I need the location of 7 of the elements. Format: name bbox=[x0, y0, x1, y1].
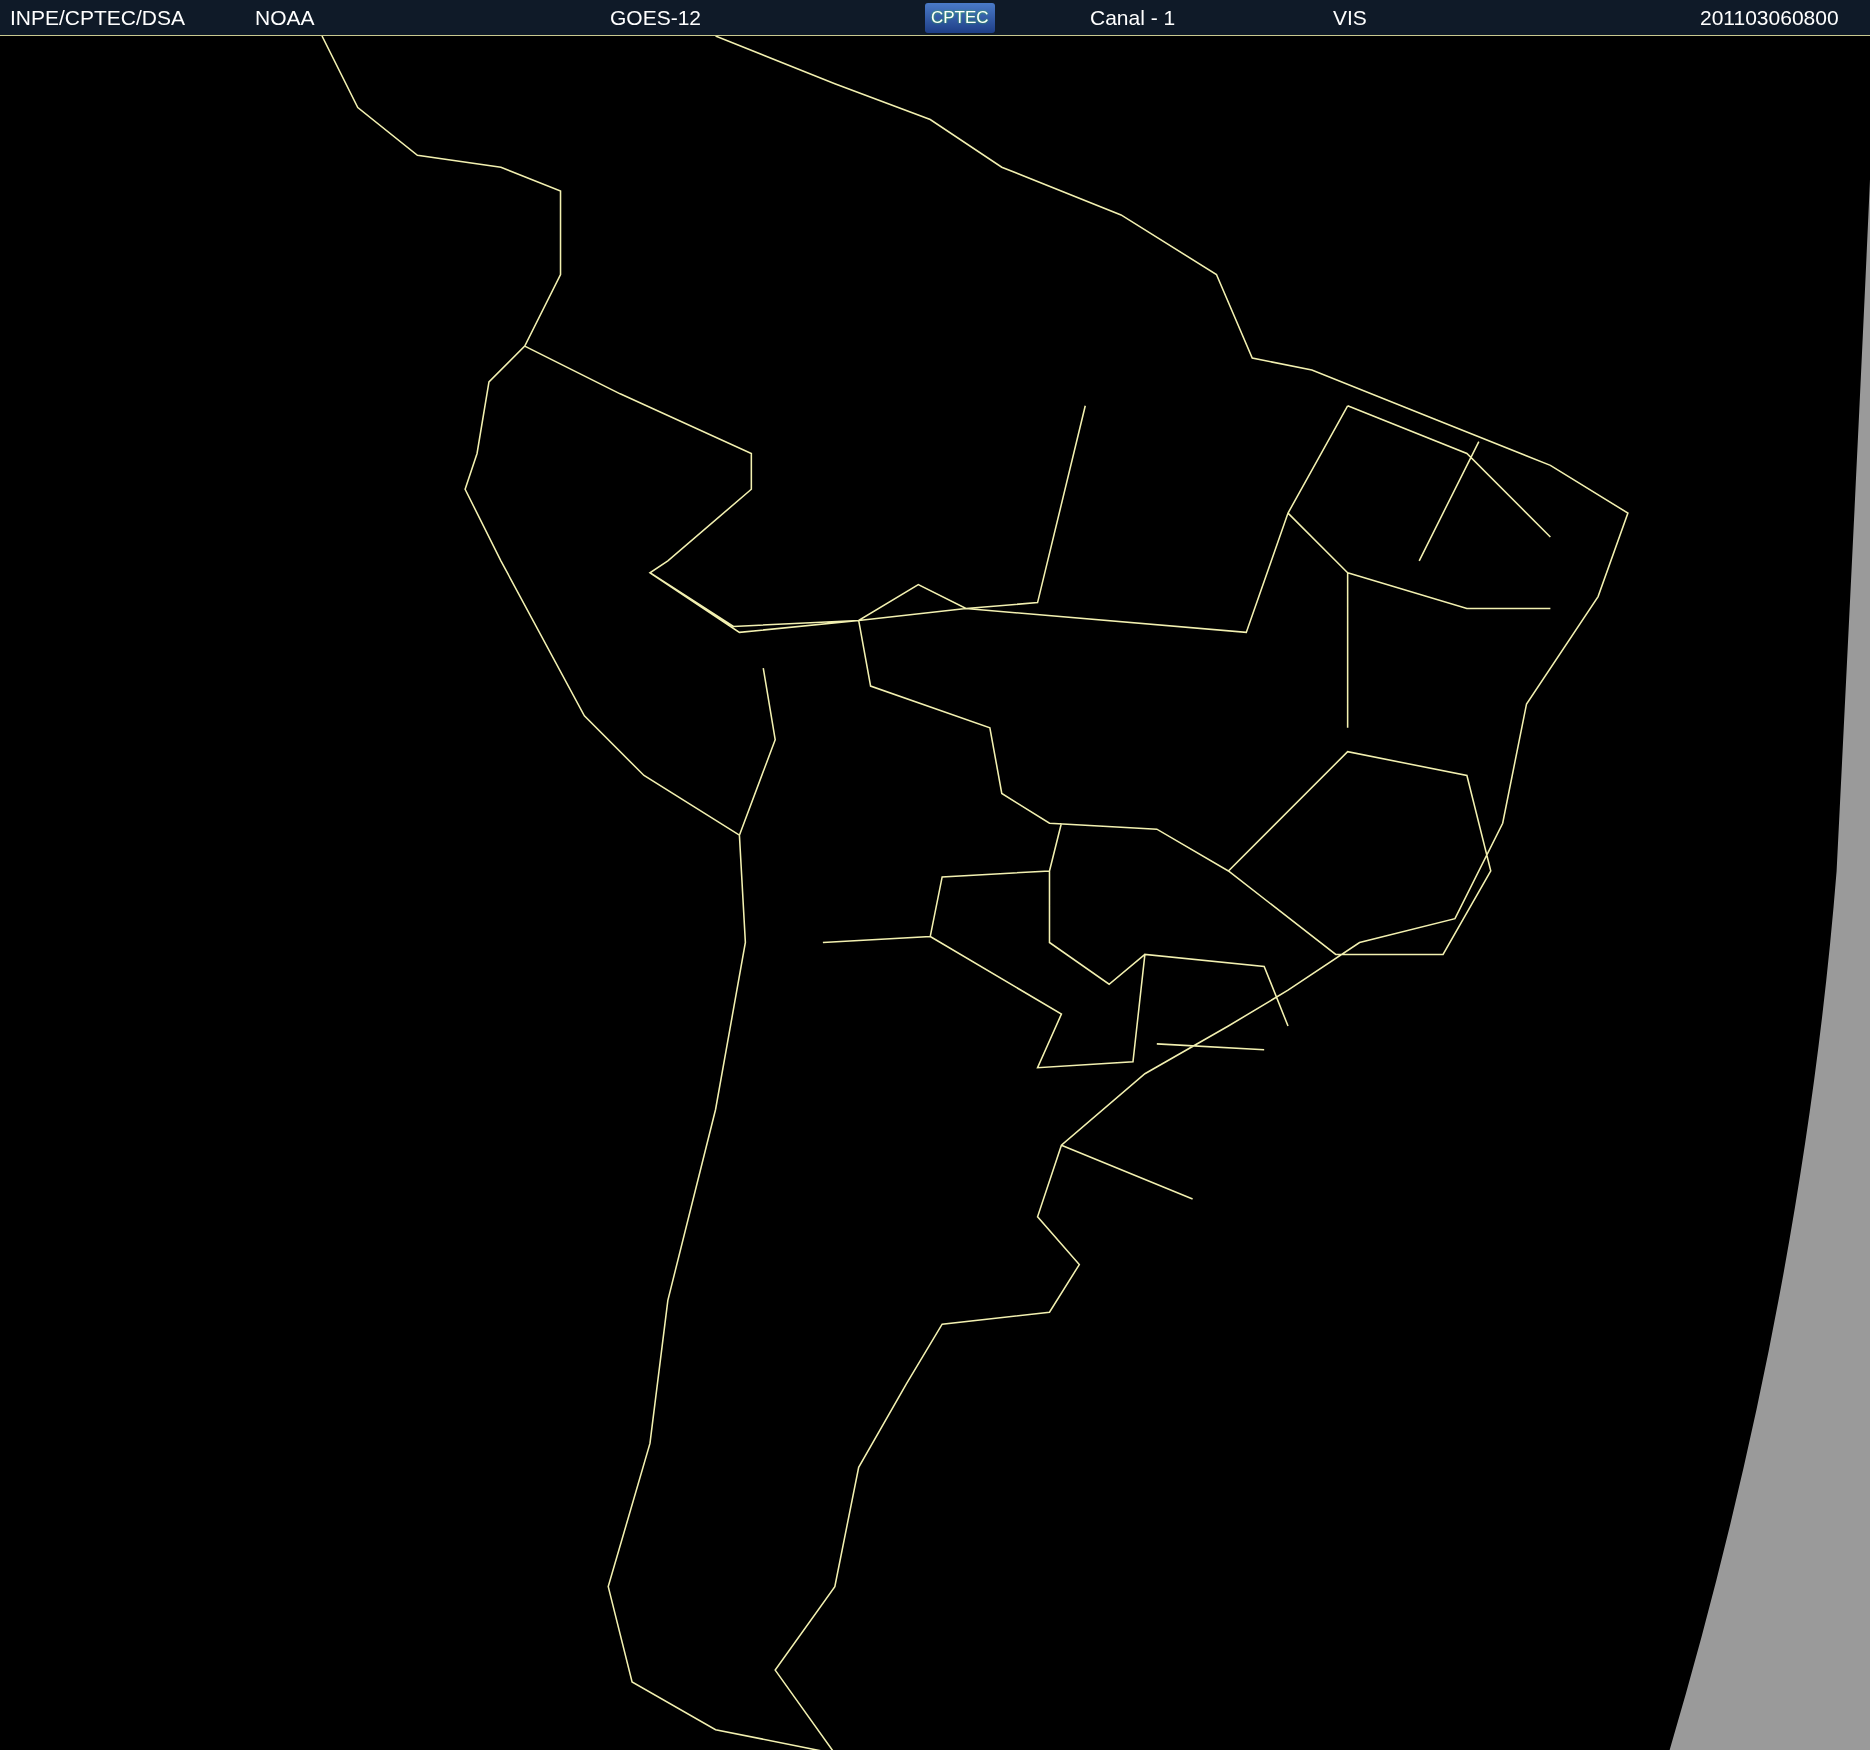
logo: CPTEC bbox=[925, 2, 995, 33]
header-label: INPE/CPTEC/DSA bbox=[10, 5, 186, 30]
header-label: Canal - 1 bbox=[1090, 5, 1176, 30]
header-label: VIS bbox=[1333, 5, 1367, 30]
header-label: 201103060800 bbox=[1700, 5, 1839, 30]
header-label: NOAA bbox=[255, 5, 315, 30]
header-label: GOES-12 bbox=[610, 5, 702, 30]
